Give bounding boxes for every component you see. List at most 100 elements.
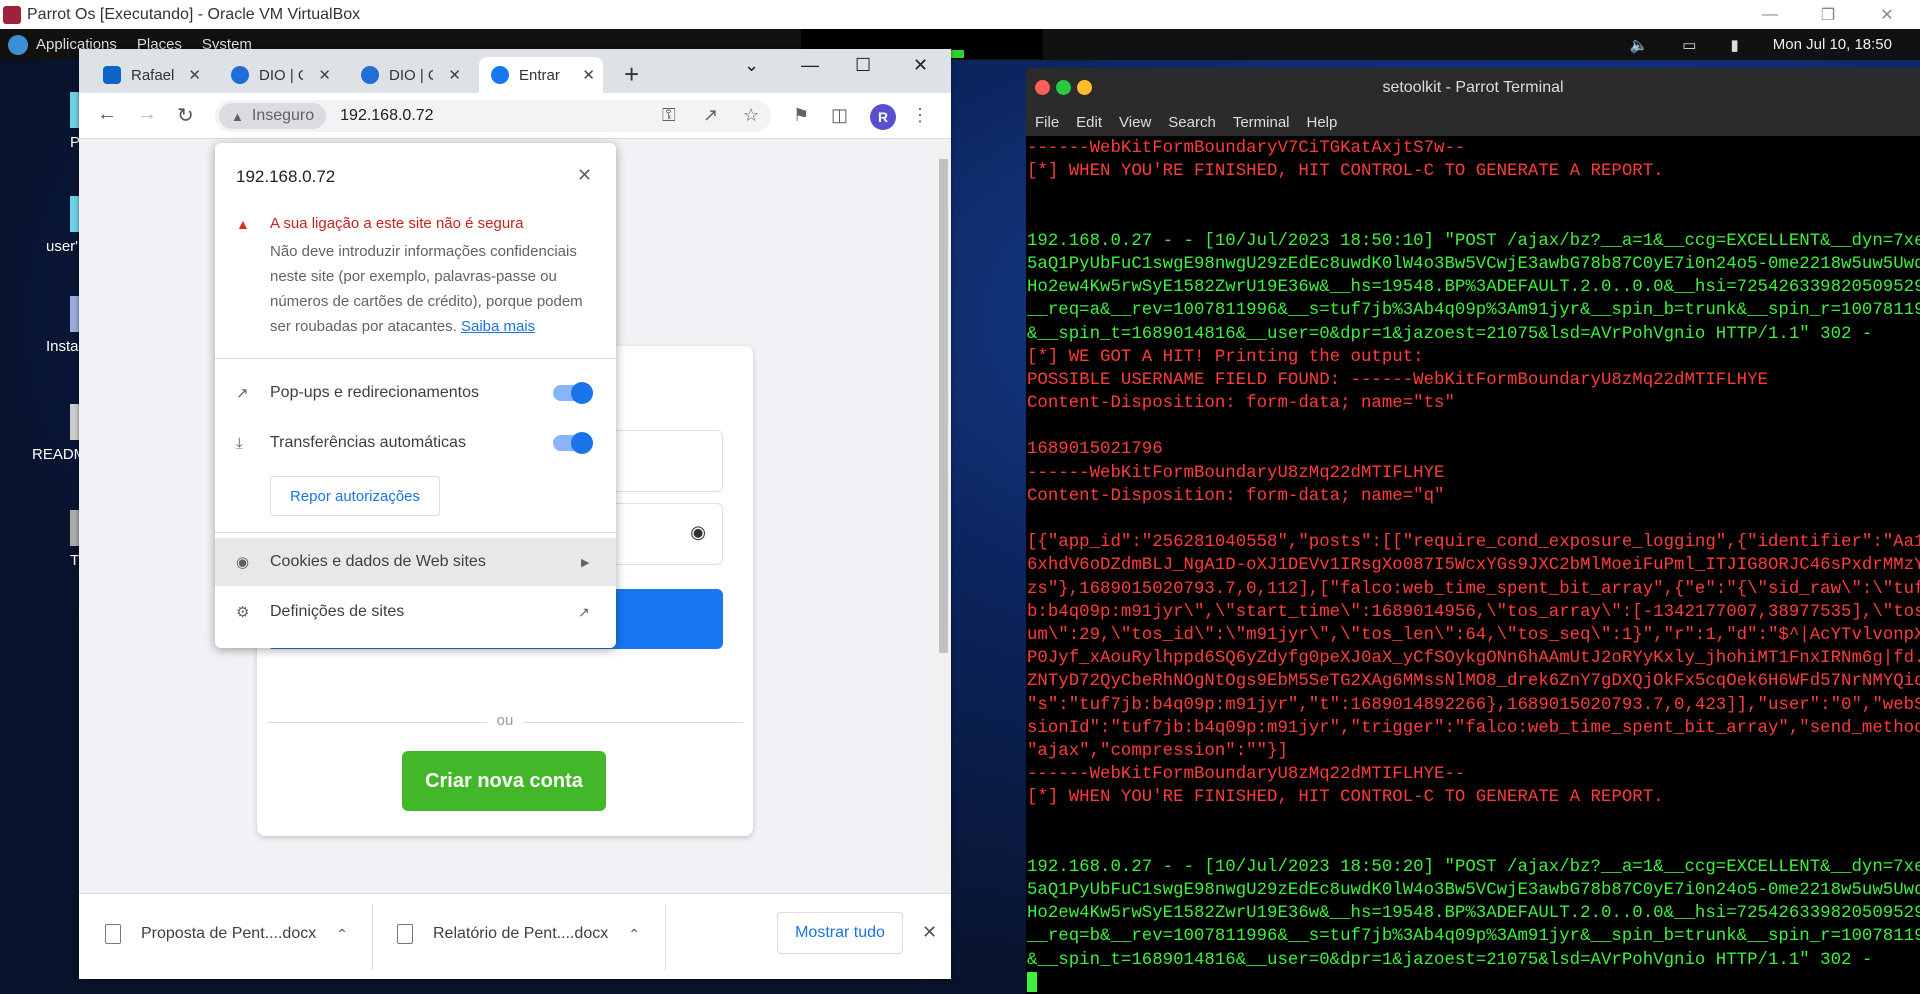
dio-icon (361, 66, 379, 84)
url-text[interactable]: 192.168.0.72 (340, 107, 433, 125)
tab-label: DIO | Co (259, 66, 303, 84)
cookies-row[interactable]: ◉ Cookies e dados de Web sites ▶ (215, 538, 616, 586)
close-tab-icon[interactable]: ✕ (188, 66, 201, 84)
close-button[interactable] (1035, 80, 1050, 95)
learn-more-link[interactable]: Saiba mais (461, 318, 535, 335)
tab-facebook[interactable]: Entrar n ✕ (479, 57, 603, 93)
address-bar[interactable]: ▲ Inseguro 192.168.0.72 (215, 100, 771, 132)
more-menu-icon[interactable]: ⋮ (911, 105, 929, 126)
bookmark-star-icon[interactable]: ☆ (743, 105, 759, 126)
side-panel-icon[interactable]: ◫ (831, 105, 848, 126)
menu-file[interactable]: File (1035, 114, 1059, 131)
profile-avatar[interactable]: R (870, 104, 896, 130)
download-item-1[interactable]: Proposta de Pent....docx ⌃ (105, 924, 348, 944)
browser-window: Rafael L ✕ DIO | Co ✕ DIO | Co ✕ Entrar … (79, 49, 951, 979)
downloads-toggle[interactable] (553, 432, 593, 454)
maximize-button[interactable] (1056, 80, 1071, 95)
security-chip[interactable]: ▲ Inseguro (219, 103, 327, 129)
terminal-line: Content-Disposition: form-data; name="ts… (1027, 394, 1455, 414)
tab-strip: Rafael L ✕ DIO | Co ✕ DIO | Co ✕ Entrar … (79, 49, 951, 93)
tab-search-icon[interactable]: ⌄ (744, 55, 759, 76)
close-tab-icon[interactable]: ✕ (582, 66, 595, 84)
terminal-line: [*] WE GOT A HIT! Printing the output: (1027, 347, 1424, 367)
terminal-window: setoolkit - Parrot Terminal File Edit Vi… (1026, 68, 1920, 994)
external-link-icon: ↗ (578, 603, 590, 620)
terminal-line: ------WebKitFormBoundaryU8zMq22dMTIFLHYE (1027, 463, 1445, 483)
terminal-line: Ho2ew4Kw5rwSyE1582ZwrU19E36w&__hs=19548.… (1027, 904, 1920, 924)
close-tab-icon[interactable]: ✕ (318, 66, 331, 84)
terminal-line: [{"app_id":"256281040558","posts":[["req… (1027, 533, 1920, 553)
warning-body: Não deve introduzir informações confiden… (270, 243, 583, 335)
show-password-icon[interactable]: ◉ (690, 522, 706, 543)
tab-linkedin[interactable]: Rafael L ✕ (91, 57, 209, 93)
extensions-icon[interactable]: ⚑ (793, 105, 809, 126)
terminal-line: &__spin_t=1689014816&__user=0&dpr=1&jazo… (1027, 324, 1873, 344)
terminal-line: 192.168.0.27 - - [10/Jul/2023 18:50:10] … (1027, 231, 1920, 251)
tab-label: DIO | Co (389, 66, 433, 84)
volume-icon[interactable]: 🔈 (1630, 36, 1649, 54)
clock[interactable]: Mon Jul 10, 18:50 (1773, 36, 1892, 53)
show-all-button[interactable]: Mostrar tudo (777, 912, 903, 954)
cookie-icon: ◉ (236, 554, 250, 571)
virtualbox-icon (3, 5, 21, 24)
facebook-icon (491, 66, 509, 84)
window-title: Parrot Os [Executando] - Oracle VM Virtu… (27, 5, 361, 23)
create-account-button[interactable]: Criar nova conta (402, 751, 606, 811)
site-info-popup: 192.168.0.72 ✕ ▲ A sua ligação a este si… (215, 143, 616, 648)
terminal-line: b:b4q09p:m91jyr\",\"start_time\":1689014… (1027, 602, 1920, 622)
terminal-line: 1689015021796 (1027, 440, 1163, 460)
terminal-line: "s":"tuf7jb:b4q09p:m91jyr","t":168901489… (1027, 695, 1920, 715)
terminal-output[interactable]: ------WebKitFormBoundaryV7CiTGKatAxjtS7w… (1027, 136, 1920, 994)
minimize-button[interactable]: — (801, 55, 819, 76)
chevron-up-icon[interactable]: ⌃ (336, 926, 348, 943)
popups-setting[interactable]: ↗ Pop-ups e redirecionamentos (215, 369, 616, 417)
menu-edit[interactable]: Edit (1076, 114, 1102, 131)
screen-icon[interactable]: ▭ (1682, 36, 1696, 54)
menu-terminal[interactable]: Terminal (1233, 114, 1290, 131)
terminal-line: __req=a&__rev=1007811996&__s=tuf7jb%3Ab4… (1027, 301, 1920, 321)
downloads-bar: Proposta de Pent....docx ⌃ Relatório de … (79, 893, 951, 979)
site-settings-row[interactable]: ⚙ Definições de sites ↗ (215, 588, 616, 636)
forward-button[interactable]: → (137, 103, 157, 126)
menu-help[interactable]: Help (1307, 114, 1338, 131)
minimize-button[interactable] (1077, 80, 1092, 95)
close-icon[interactable]: ✕ (577, 165, 592, 186)
terminal-line: POSSIBLE USERNAME FIELD FOUND: ------Web… (1027, 370, 1768, 390)
tab-dio-1[interactable]: DIO | Co ✕ (219, 57, 339, 93)
new-tab-button[interactable]: + (624, 59, 639, 90)
download-item-2[interactable]: Relatório de Pent....docx ⌃ (397, 924, 640, 944)
menu-view[interactable]: View (1119, 114, 1151, 131)
warning-icon: ▲ (231, 108, 244, 124)
reload-button[interactable]: ↻ (177, 103, 194, 128)
back-button[interactable]: ← (97, 103, 117, 126)
popups-toggle[interactable] (553, 382, 593, 404)
close-window-button[interactable]: ✕ (913, 55, 928, 76)
terminal-line: um\":29,\"tos_id\":\"m91jyr\",\"tos_len\… (1027, 625, 1920, 645)
chevron-up-icon[interactable]: ⌃ (628, 926, 640, 943)
minimize-button[interactable]: — (1745, 0, 1795, 29)
document-icon (105, 924, 121, 944)
linkedin-icon (103, 66, 121, 84)
restore-button[interactable]: ❐ (1803, 0, 1853, 29)
downloads-setting[interactable]: ⤓ Transferências automáticas (215, 419, 616, 467)
menu-search[interactable]: Search (1168, 114, 1216, 131)
browser-toolbar: ← → ↻ ▲ Inseguro 192.168.0.72 ⚿ ↗ ☆ ⚑ ◫ … (79, 93, 951, 139)
terminal-line: 6xhdV6oDZdmBLJ_NgA1D-oXJ1DEVv1IRsgXo087I… (1027, 556, 1920, 576)
terminal-title: setoolkit - Parrot Terminal (1382, 79, 1564, 96)
terminal-line: [*] WHEN YOU'RE FINISHED, HIT CONTROL-C … (1027, 162, 1664, 182)
maximize-button[interactable]: ☐ (855, 55, 871, 76)
key-icon[interactable]: ⚿ (662, 105, 676, 126)
share-icon[interactable]: ↗ (703, 105, 718, 126)
close-button[interactable]: ✕ (1862, 0, 1912, 29)
parrot-menu-icon[interactable] (8, 34, 28, 55)
close-downloads-icon[interactable]: ✕ (922, 922, 937, 943)
close-tab-icon[interactable]: ✕ (448, 66, 461, 84)
scrollbar[interactable] (936, 139, 951, 893)
reset-permissions-button[interactable]: Repor autorizações (270, 476, 440, 516)
terminal-titlebar: setoolkit - Parrot Terminal (1026, 68, 1920, 108)
tab-dio-2[interactable]: DIO | Co ✕ (349, 57, 469, 93)
